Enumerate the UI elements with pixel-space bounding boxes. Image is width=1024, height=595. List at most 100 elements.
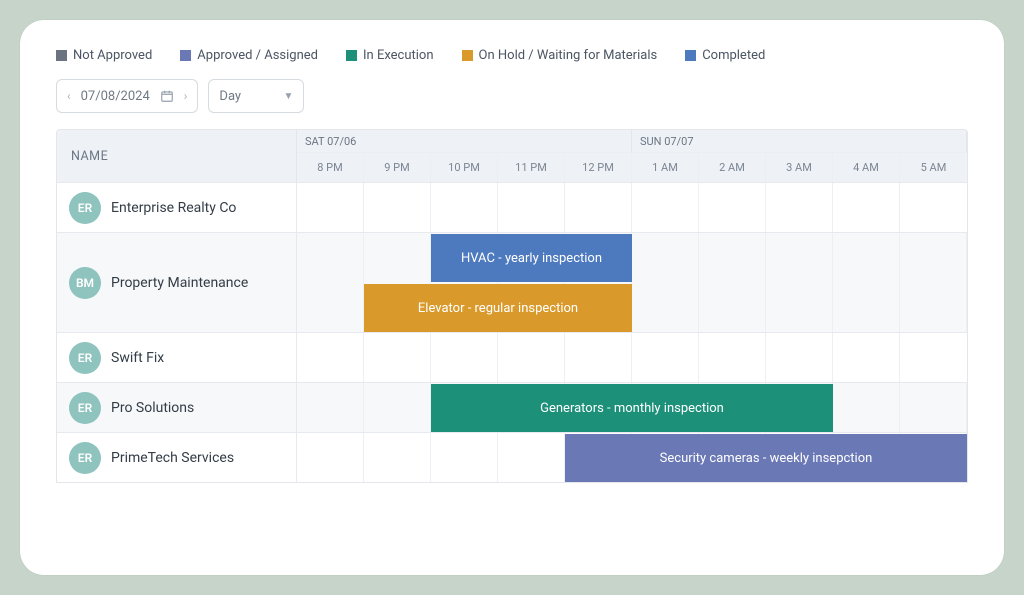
- grid-cell: [632, 333, 699, 382]
- timeline-lane: HVAC - yearly inspectionElevator - regul…: [297, 233, 967, 332]
- grid-cell: [364, 333, 431, 382]
- legend-label: On Hold / Waiting for Materials: [479, 48, 658, 63]
- hour-cell: 4 AM: [833, 153, 900, 182]
- legend: Not Approved Approved / Assigned In Execut…: [56, 48, 968, 63]
- grid-cell: [632, 233, 699, 332]
- task-bar[interactable]: Elevator - regular inspection: [364, 284, 632, 332]
- grid-cell: [565, 333, 632, 382]
- schedule-table: NAME SAT 07/06SUN 07/07 8 PM9 PM10 PM11 …: [56, 129, 968, 483]
- name-header-label: NAME: [71, 149, 108, 164]
- grid-cell: [699, 233, 766, 332]
- hour-cell: 9 PM: [364, 153, 431, 182]
- legend-label: Approved / Assigned: [197, 48, 318, 63]
- day-segment: SAT 07/06: [297, 130, 632, 152]
- hour-cell: 5 AM: [900, 153, 967, 182]
- hour-cell: 1 AM: [632, 153, 699, 182]
- grid-cell: [900, 383, 967, 432]
- schedule-row: ER Enterprise Realty Co: [57, 182, 967, 232]
- grid-cell: [833, 333, 900, 382]
- hour-cell: 3 AM: [766, 153, 833, 182]
- grid-cell: [364, 433, 431, 482]
- grid-cell: [297, 383, 364, 432]
- time-column-header: SAT 07/06SUN 07/07 8 PM9 PM10 PM11 PM12 …: [297, 130, 967, 182]
- task-bar[interactable]: Generators - monthly inspection: [431, 384, 833, 432]
- timeline-lane: [297, 183, 967, 232]
- grid-cell: [297, 333, 364, 382]
- grid-cell: [431, 433, 498, 482]
- name-cell: ER Swift Fix: [57, 333, 297, 382]
- grid-cell: [766, 183, 833, 232]
- view-select[interactable]: Day ▼: [208, 79, 304, 113]
- schedule-row: ER Pro Solutions Generators - monthly insp…: [57, 382, 967, 432]
- hour-cell: 2 AM: [699, 153, 766, 182]
- hour-cell: 11 PM: [498, 153, 565, 182]
- grid-cell: [900, 333, 967, 382]
- calendar-icon: [160, 89, 174, 103]
- legend-item: On Hold / Waiting for Materials: [462, 48, 658, 63]
- chevron-left-icon[interactable]: ‹: [67, 89, 71, 103]
- name-cell: ER PrimeTech Services: [57, 433, 297, 482]
- grid-cell: [900, 183, 967, 232]
- grid-cell: [632, 183, 699, 232]
- grid-cell: [297, 433, 364, 482]
- task-bar[interactable]: HVAC - yearly inspection: [431, 234, 632, 282]
- grid-cell: [297, 183, 364, 232]
- row-name: Swift Fix: [111, 350, 164, 366]
- hour-row: 8 PM9 PM10 PM11 PM12 PM1 AM2 AM3 AM4 AM5…: [297, 152, 967, 182]
- schedule-row: BM Property Maintenance HVAC - yearly insp…: [57, 232, 967, 332]
- day-segments: SAT 07/06SUN 07/07: [297, 130, 967, 152]
- avatar: BM: [69, 267, 101, 299]
- row-name: Property Maintenance: [111, 275, 248, 291]
- chevron-right-icon[interactable]: ›: [184, 89, 188, 103]
- controls-row: ‹ 07/08/2024 › Day ▼: [56, 79, 968, 113]
- schedule-row: ER Swift Fix: [57, 332, 967, 382]
- scheduler-card: Not Approved Approved / Assigned In Execut…: [20, 20, 1004, 575]
- grid-cell: [833, 383, 900, 432]
- name-cell: ER Enterprise Realty Co: [57, 183, 297, 232]
- day-segment: SUN 07/07: [632, 130, 967, 152]
- legend-item: In Execution: [346, 48, 434, 63]
- grid-cell: [364, 183, 431, 232]
- legend-swatch: [685, 50, 696, 61]
- grid-cell: [498, 183, 565, 232]
- avatar: ER: [69, 442, 101, 474]
- hour-cell: 10 PM: [431, 153, 498, 182]
- row-name: Enterprise Realty Co: [111, 200, 236, 216]
- grid-cell: [699, 183, 766, 232]
- schedule-row: ER PrimeTech Services Security cameras - w…: [57, 432, 967, 482]
- grid-cell: [498, 333, 565, 382]
- chevron-down-icon: ▼: [284, 91, 294, 102]
- grid-cell: [364, 383, 431, 432]
- avatar: ER: [69, 192, 101, 224]
- hour-cell: 12 PM: [565, 153, 632, 182]
- legend-item: Approved / Assigned: [180, 48, 318, 63]
- timeline-lane: [297, 333, 967, 382]
- grid-cell: [297, 233, 364, 332]
- row-name: Pro Solutions: [111, 400, 194, 416]
- name-column-header: NAME: [57, 130, 297, 182]
- avatar: ER: [69, 342, 101, 374]
- hour-cell: 8 PM: [297, 153, 364, 182]
- legend-swatch: [180, 50, 191, 61]
- name-cell: ER Pro Solutions: [57, 383, 297, 432]
- timeline-lane: Security cameras - weekly insepction: [297, 433, 967, 482]
- legend-swatch: [462, 50, 473, 61]
- task-bar[interactable]: Security cameras - weekly insepction: [565, 434, 967, 482]
- grid-cell: [900, 233, 967, 332]
- row-name: PrimeTech Services: [111, 450, 234, 466]
- date-picker[interactable]: ‹ 07/08/2024 ›: [56, 79, 198, 113]
- schedule-body: ER Enterprise Realty Co BM Property Mainten…: [57, 182, 967, 482]
- grid-cell: [766, 233, 833, 332]
- legend-label: In Execution: [363, 48, 434, 63]
- grid-cell: [833, 183, 900, 232]
- avatar: ER: [69, 392, 101, 424]
- timeline-lane: Generators - monthly inspection: [297, 383, 967, 432]
- legend-swatch: [346, 50, 357, 61]
- legend-swatch: [56, 50, 67, 61]
- view-value: Day: [219, 89, 241, 104]
- legend-label: Not Approved: [73, 48, 152, 63]
- date-value: 07/08/2024: [81, 89, 150, 104]
- name-cell: BM Property Maintenance: [57, 233, 297, 332]
- grid-cell: [699, 333, 766, 382]
- legend-item: Not Approved: [56, 48, 152, 63]
